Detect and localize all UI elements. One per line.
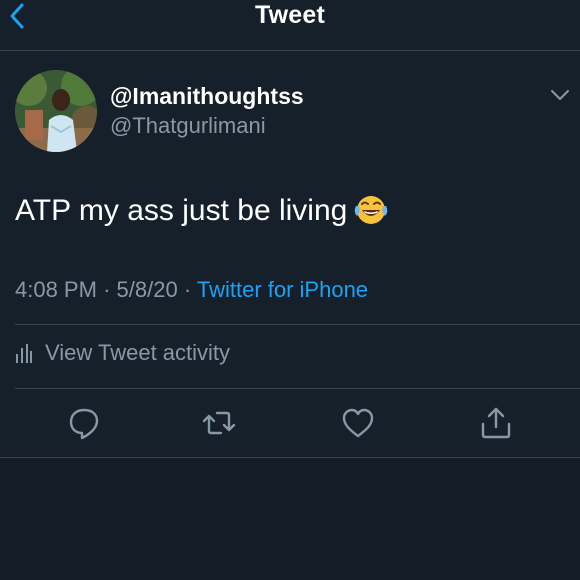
like-icon[interactable] — [340, 405, 376, 441]
avatar-image — [15, 70, 97, 152]
tweet-text: ATP my ass just be living — [15, 194, 348, 227]
divider — [15, 388, 580, 389]
laughing-crying-emoji-icon — [355, 196, 388, 224]
divider — [15, 324, 580, 325]
tweet-date: 5/8/20 — [116, 277, 178, 302]
meta-separator: · — [183, 277, 192, 302]
avatar[interactable] — [15, 70, 97, 152]
tweet-source-link[interactable]: Twitter for iPhone — [197, 277, 368, 302]
retweet-icon[interactable] — [201, 405, 237, 441]
activity-label: View Tweet activity — [45, 340, 231, 365]
tweet-body: ATP my ass just be living — [15, 192, 389, 228]
tweet-meta: 4:08 PM · 5/8/20 · Twitter for iPhone — [15, 277, 368, 303]
tweet-card: @Imanithoughtss @Thatgurlimani ATP my as… — [0, 51, 580, 458]
header-bar: Tweet — [0, 0, 580, 51]
view-activity-button[interactable]: View Tweet activity — [15, 340, 230, 366]
display-name[interactable]: @Imanithoughtss — [110, 83, 304, 110]
share-icon[interactable] — [478, 405, 514, 441]
bar-chart-icon — [16, 344, 32, 363]
tweet-time: 4:08 PM — [15, 277, 97, 302]
meta-separator: · — [103, 277, 111, 302]
chevron-down-icon[interactable] — [549, 87, 571, 103]
user-handle[interactable]: @Thatgurlimani — [110, 113, 266, 139]
page-title: Tweet — [255, 1, 325, 29]
reply-icon[interactable] — [66, 405, 102, 441]
tweet-screen: Tweet @Imanithoughtss @Thatgurlimani ATP… — [0, 0, 580, 580]
